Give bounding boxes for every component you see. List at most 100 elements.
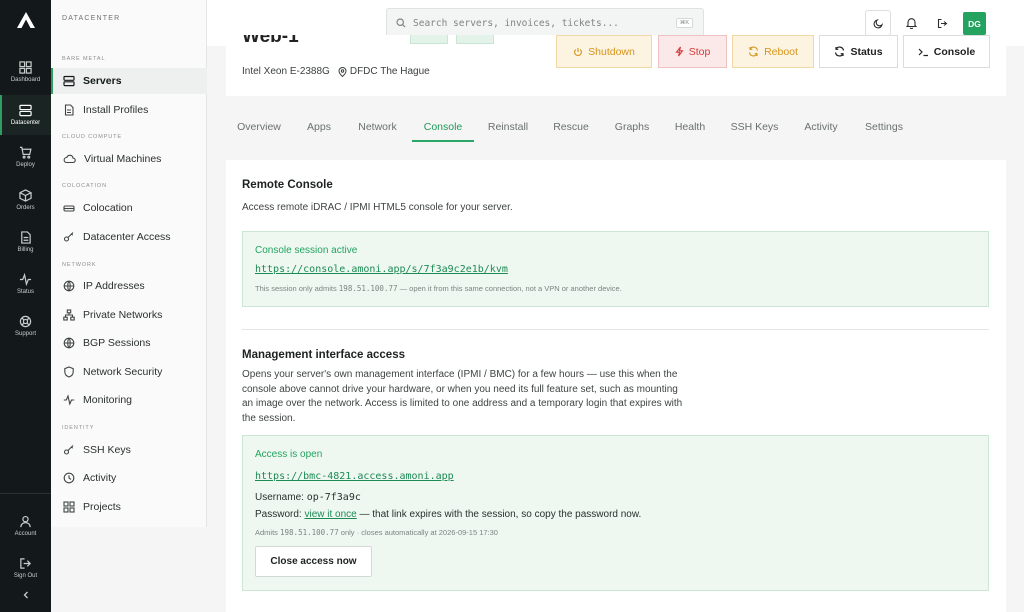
- stop-button[interactable]: Stop: [658, 35, 727, 68]
- rail-divider: [0, 493, 51, 494]
- document-icon: [21, 231, 31, 244]
- rail-label: Support: [14, 331, 36, 337]
- rail-item-datacenter[interactable]: Datacenter: [0, 95, 51, 135]
- search-icon: [396, 18, 406, 28]
- section-cloud-compute: CLOUD COMPUTE: [62, 134, 122, 140]
- mgmt-username-row: Username: op-7f3a9c: [255, 492, 361, 503]
- sign-out-icon: [20, 558, 31, 569]
- tab-reinstall[interactable]: Reinstall: [487, 114, 529, 142]
- server-icon: [63, 75, 75, 87]
- lifebuoy-icon: [19, 315, 32, 328]
- tab-apps[interactable]: Apps: [305, 114, 333, 142]
- admits-text: Admits: [255, 528, 281, 537]
- tab-rescue[interactable]: Rescue: [552, 114, 590, 142]
- console-session-link[interactable]: https://console.amoni.app/s/7f3a9c2e1b/k…: [255, 264, 508, 275]
- sidebar-item-projects[interactable]: Projects: [51, 494, 207, 520]
- logout-button[interactable]: [929, 10, 955, 36]
- tab-settings[interactable]: Settings: [863, 114, 905, 142]
- tab-activity[interactable]: Activity: [801, 114, 841, 142]
- theme-toggle-button[interactable]: [865, 10, 891, 36]
- mgmt-access-panel: Access is open https://bmc-4821.access.a…: [242, 435, 989, 591]
- clock-icon: [63, 472, 75, 484]
- sidebar-item-activity[interactable]: Activity: [51, 465, 207, 491]
- sidebar-item-label: Monitoring: [83, 394, 133, 406]
- sidebar-item-label: Projects: [83, 501, 121, 513]
- tab-network[interactable]: Network: [356, 114, 399, 142]
- rail-item-dashboard[interactable]: Dashboard: [0, 52, 51, 92]
- sidebar-item-ssh-keys[interactable]: SSH Keys: [51, 437, 207, 463]
- drive-icon: [63, 205, 75, 212]
- mgmt-access-title: Management interface access: [242, 349, 405, 361]
- tab-overview[interactable]: Overview: [236, 114, 282, 142]
- view-password-link[interactable]: view it once: [304, 509, 356, 520]
- search-shortcut-badge: ⌘K: [675, 18, 693, 28]
- console-button[interactable]: Console: [903, 35, 990, 68]
- server-plan-badge: [456, 35, 494, 44]
- key-icon: [63, 445, 74, 455]
- file-icon: [64, 104, 74, 116]
- sidebar-item-label: Network Security: [83, 366, 163, 378]
- grid-icon: [63, 501, 75, 513]
- rail-item-orders[interactable]: Orders: [0, 180, 51, 220]
- sidebar-item-network-security[interactable]: Network Security: [51, 359, 207, 385]
- status-button[interactable]: Status: [819, 35, 898, 68]
- cart-icon: [19, 146, 32, 159]
- sidebar-item-label: Install Profiles: [83, 104, 149, 116]
- rail-label: Datacenter: [10, 120, 41, 126]
- rail-item-billing[interactable]: Billing: [0, 222, 51, 262]
- sidebar-item-label: Activity: [83, 472, 117, 484]
- chevron-left-icon: [23, 591, 28, 599]
- tab-health[interactable]: Health: [673, 114, 707, 142]
- sidebar-item-label: Servers: [83, 75, 122, 87]
- rail-item-deploy[interactable]: Deploy: [0, 137, 51, 177]
- section-identity: IDENTITY: [62, 425, 95, 431]
- mgmt-access-description: Opens your server's own management inter…: [242, 368, 682, 426]
- rail-item-status[interactable]: Status: [0, 264, 51, 304]
- sidebar-item-virtual-machines[interactable]: Virtual Machines: [51, 146, 207, 172]
- console-session-status: Console session active: [255, 245, 358, 256]
- sidebar-item-label: Virtual Machines: [84, 153, 162, 165]
- server-stack-icon: [19, 104, 32, 117]
- rail-item-signout[interactable]: Sign Out: [0, 548, 51, 588]
- collapse-rail-button[interactable]: [0, 584, 51, 606]
- power-icon: [574, 47, 583, 56]
- server-meta: Intel Xeon E-2388G DFDC The Hague: [242, 66, 430, 77]
- rail-item-account[interactable]: Account: [0, 506, 51, 546]
- grid-icon: [19, 61, 32, 74]
- tab-ssh-keys[interactable]: SSH Keys: [730, 114, 779, 142]
- sidebar-item-colocation[interactable]: Colocation: [51, 195, 207, 221]
- sidebar-item-label: Datacenter Access: [83, 231, 171, 243]
- close-access-button[interactable]: Close access now: [255, 546, 372, 577]
- note-text: — open it from this same connection, not…: [397, 284, 622, 293]
- sidebar-item-private-networks[interactable]: Private Networks: [51, 302, 207, 328]
- sidebar-item-label: Colocation: [83, 202, 133, 214]
- note-ip: 198.51.100.77: [338, 284, 398, 293]
- tab-graphs[interactable]: Graphs: [613, 114, 651, 142]
- sidebar-item-install-profiles[interactable]: Install Profiles: [51, 97, 207, 123]
- globe-icon: [63, 337, 75, 349]
- section-colocation: COLOCATION: [62, 183, 107, 189]
- shutdown-label: Shutdown: [588, 45, 635, 58]
- sidebar-item-bgp-sessions[interactable]: BGP Sessions: [51, 330, 207, 356]
- console-session-panel: Console session active https://console.a…: [242, 231, 989, 307]
- server-location: DFDC The Hague: [338, 66, 430, 77]
- refresh-icon: [835, 46, 845, 57]
- tab-console[interactable]: Console: [412, 114, 474, 142]
- server-tabs: Overview Apps Network Console Reinstall …: [226, 114, 1006, 142]
- remote-console-title: Remote Console: [242, 179, 333, 191]
- sidebar-item-ip-addresses[interactable]: IP Addresses: [51, 273, 207, 299]
- reboot-button[interactable]: Reboot: [732, 35, 814, 68]
- network-icon: [63, 309, 75, 321]
- user-avatar[interactable]: DG: [963, 12, 986, 35]
- mgmt-access-link[interactable]: https://bmc-4821.access.amoni.app: [255, 471, 454, 482]
- sidebar-item-label: SSH Keys: [83, 444, 131, 456]
- rail-item-support[interactable]: Support: [0, 306, 51, 346]
- sidebar-item-servers[interactable]: Servers: [51, 68, 207, 94]
- shield-icon: [64, 366, 74, 378]
- notifications-button[interactable]: [898, 10, 924, 36]
- sidebar-item-monitoring[interactable]: Monitoring: [51, 387, 207, 413]
- global-search-input[interactable]: Search servers, invoices, tickets... ⌘K: [386, 8, 704, 38]
- shutdown-button[interactable]: Shutdown: [556, 35, 652, 68]
- brand-logo-icon[interactable]: [0, 0, 51, 40]
- sidebar-item-datacenter-access[interactable]: Datacenter Access: [51, 224, 207, 250]
